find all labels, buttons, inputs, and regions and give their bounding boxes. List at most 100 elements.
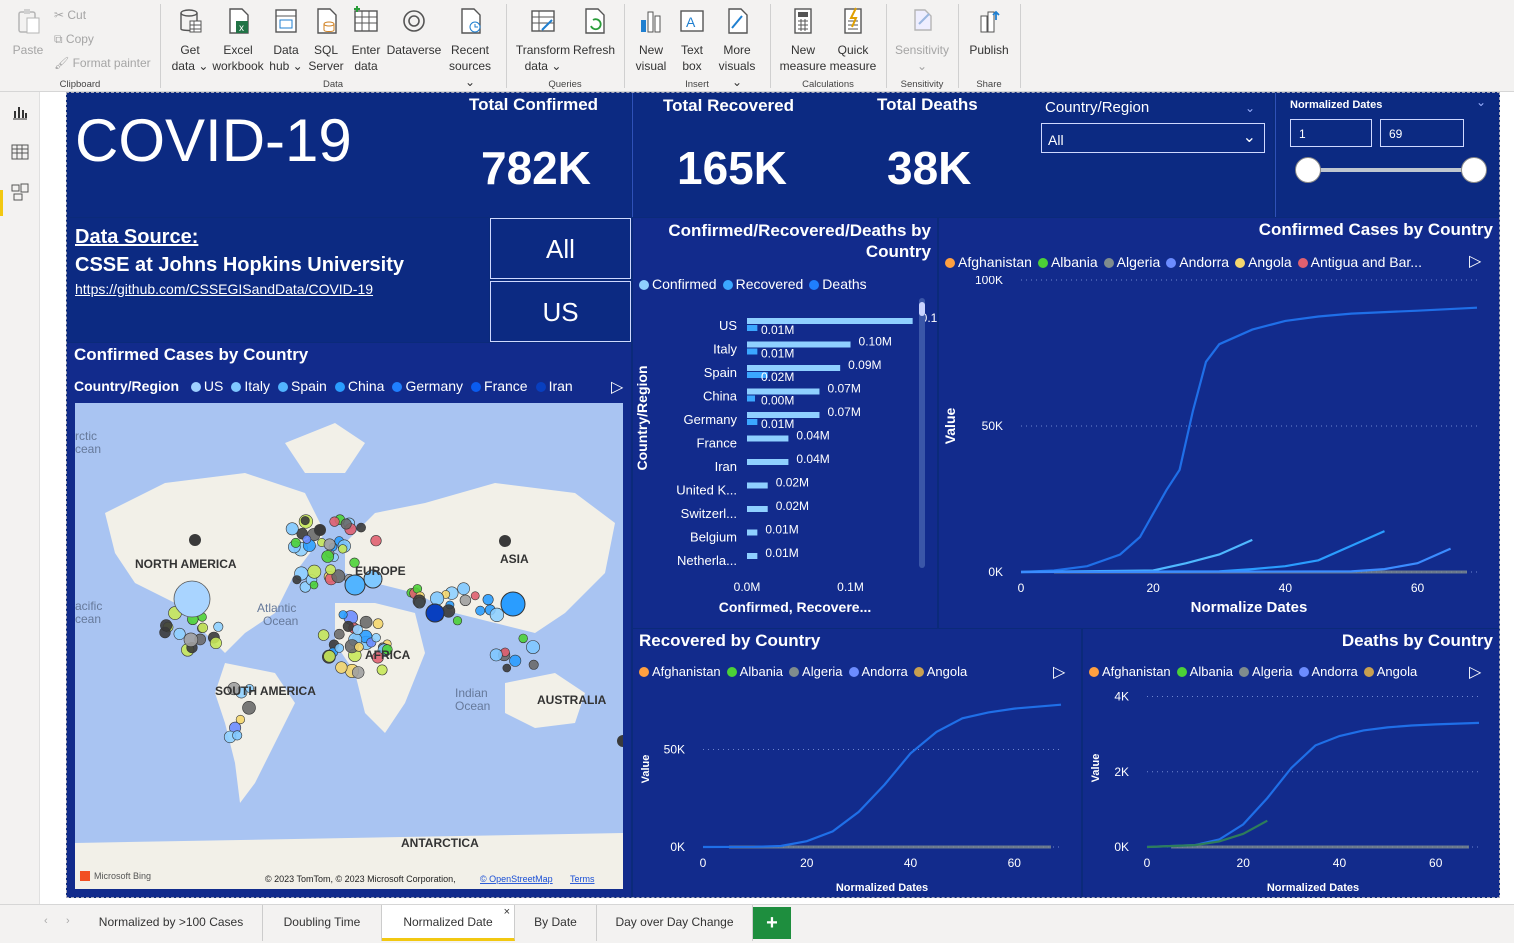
recovered-line-legend-item[interactable]: Algeria <box>789 664 843 679</box>
map-bubble[interactable] <box>340 518 352 530</box>
map-bubble[interactable] <box>528 659 539 670</box>
recovered-line-legend-item[interactable]: Albania <box>726 664 783 679</box>
series-line[interactable] <box>702 703 1062 849</box>
map-bubble[interactable] <box>321 550 334 563</box>
map-bubble[interactable] <box>352 624 363 635</box>
map-bubble[interactable] <box>518 633 528 644</box>
data-source-link[interactable]: https://github.com/CSSEGISandData/COVID-… <box>75 281 373 297</box>
date-slider-track[interactable] <box>1310 168 1476 172</box>
all-button[interactable]: All <box>490 218 631 279</box>
map-bubble[interactable] <box>371 633 381 643</box>
map-legend-item[interactable]: Germany <box>392 378 463 394</box>
map-bubble[interactable] <box>412 594 426 608</box>
tab-doubling-time[interactable]: Doubling Time <box>263 905 382 941</box>
confirmed-line-legend-item[interactable]: Antigua and Bar... <box>1297 254 1422 270</box>
map-bubble[interactable] <box>338 544 348 554</box>
map-bubble[interactable] <box>309 580 319 590</box>
recovered-line-legend-item[interactable]: Afghanistan <box>639 664 721 679</box>
refresh-button[interactable]: Refresh <box>572 6 616 58</box>
map-bubble[interactable] <box>300 516 310 526</box>
tab-scroll-right-icon[interactable]: › <box>66 915 70 927</box>
bar-confirmed[interactable] <box>747 529 758 536</box>
tab-normalized-date[interactable]: Normalized Date × <box>382 905 515 941</box>
map-bubble[interactable] <box>376 664 388 676</box>
map-bubble[interactable] <box>314 524 326 536</box>
series-line[interactable] <box>1020 547 1452 574</box>
model-view-icon[interactable] <box>10 182 30 202</box>
report-view-icon[interactable] <box>10 102 30 122</box>
country-slicer-dropdown[interactable]: All ⌄ <box>1041 123 1265 153</box>
map-legend-item[interactable]: France <box>471 378 528 394</box>
map-bubble[interactable] <box>307 564 322 579</box>
bar-confirmed[interactable] <box>747 482 768 489</box>
map-bubble[interactable] <box>372 618 384 629</box>
quick-measure-button[interactable]: Quick measure <box>828 6 878 74</box>
enter-data-button[interactable]: Enter data <box>348 6 384 74</box>
us-button[interactable]: US <box>490 281 631 342</box>
map-bubble[interactable] <box>334 643 344 653</box>
chevron-down-icon[interactable]: ⌄ <box>1245 101 1255 115</box>
map-bubble[interactable] <box>475 605 486 616</box>
map-bubble[interactable] <box>354 642 364 652</box>
map-bubble[interactable] <box>356 522 366 533</box>
map-legend-item[interactable]: Italy <box>231 378 270 394</box>
bar-chart-legend-item[interactable]: Deaths <box>809 276 867 292</box>
map-legend-item[interactable]: Iran <box>535 378 573 394</box>
map-bubble[interactable] <box>209 637 222 650</box>
add-page-button[interactable]: + <box>753 907 791 939</box>
map-bubble[interactable] <box>459 594 472 607</box>
series-line[interactable] <box>1146 819 1268 849</box>
map-bubble[interactable] <box>173 627 186 640</box>
bar-confirmed[interactable] <box>747 553 758 559</box>
series-line[interactable] <box>1020 538 1253 574</box>
map-bubble[interactable] <box>290 537 301 548</box>
map-legend-item[interactable]: China <box>334 378 384 394</box>
deaths-line-legend-item[interactable]: Afghanistan <box>1089 664 1171 679</box>
get-data-button[interactable]: Get data ⌄ <box>168 6 212 74</box>
date-max-input[interactable]: 69 <box>1380 119 1464 147</box>
recovered-line-chart[interactable]: 50K 0K 0 20 40 60 Value Normalized Dates <box>633 685 1081 897</box>
cut-button[interactable]: ✂ Cut <box>54 8 86 22</box>
map-bubble[interactable] <box>509 654 522 667</box>
world-map[interactable]: NORTH AMERICA SOUTH AMERICA EUROPE AFRIC… <box>75 403 623 889</box>
deaths-line-legend-item[interactable]: Angola <box>1363 664 1417 679</box>
more-visuals-button[interactable]: More visuals ⌄ <box>714 6 760 90</box>
map-bubble[interactable] <box>323 650 336 663</box>
sql-server-button[interactable]: SQL Server <box>306 6 346 74</box>
tab-day-over-day-change[interactable]: Day over Day Change <box>597 905 753 941</box>
map-bubble[interactable] <box>232 730 243 741</box>
confirmed-line-legend-item[interactable]: Algeria <box>1103 254 1160 270</box>
map-bubble[interactable] <box>430 591 445 606</box>
bar-chart[interactable]: Country/RegionUS0.16M0.01MItaly0.10M0.01… <box>633 298 937 628</box>
map-bubble-spain[interactable] <box>344 574 366 596</box>
bar-confirmed[interactable] <box>747 506 768 512</box>
deaths-line-legend-item[interactable]: Andorra <box>1298 664 1358 679</box>
map-bubble[interactable] <box>160 619 173 632</box>
text-box-button[interactable]: A Text box <box>672 6 712 74</box>
excel-workbook-button[interactable]: x Excel workbook <box>212 6 264 74</box>
map-bubble[interactable] <box>489 607 505 622</box>
map-bubble[interactable] <box>457 582 470 595</box>
recovered-line-legend-item[interactable]: Andorra <box>848 664 908 679</box>
map-bubble-china[interactable] <box>500 591 526 617</box>
dataverse-button[interactable]: Dataverse <box>386 6 442 58</box>
bar-confirmed[interactable] <box>747 459 789 465</box>
map-legend-item[interactable]: Spain <box>278 378 327 394</box>
map-bubble[interactable] <box>189 534 201 546</box>
deaths-line-legend-item[interactable]: Algeria <box>1239 664 1293 679</box>
new-visual-button[interactable]: New visual <box>632 6 670 74</box>
confirmed-line-legend-item[interactable]: Angola <box>1235 254 1292 270</box>
map-bubble[interactable] <box>242 700 256 715</box>
confirmed-line-legend-item[interactable]: Afghanistan <box>945 254 1032 270</box>
map-bubble[interactable] <box>302 534 312 544</box>
publish-button[interactable]: Publish <box>964 6 1014 58</box>
map-bubble[interactable] <box>370 535 382 547</box>
series-line[interactable] <box>1020 306 1478 574</box>
bar-confirmed[interactable] <box>747 435 789 442</box>
confirmed-line-legend-item[interactable]: Albania <box>1037 254 1098 270</box>
map-bubble[interactable] <box>489 648 503 662</box>
map-legend-item[interactable]: US <box>190 378 223 394</box>
series-line[interactable] <box>1146 721 1480 849</box>
deaths-line-chart[interactable]: 4K 2K 0K 0 20 40 60 Value Normalized Dates <box>1083 685 1499 897</box>
legend-next-icon[interactable]: ▷ <box>1469 662 1481 682</box>
